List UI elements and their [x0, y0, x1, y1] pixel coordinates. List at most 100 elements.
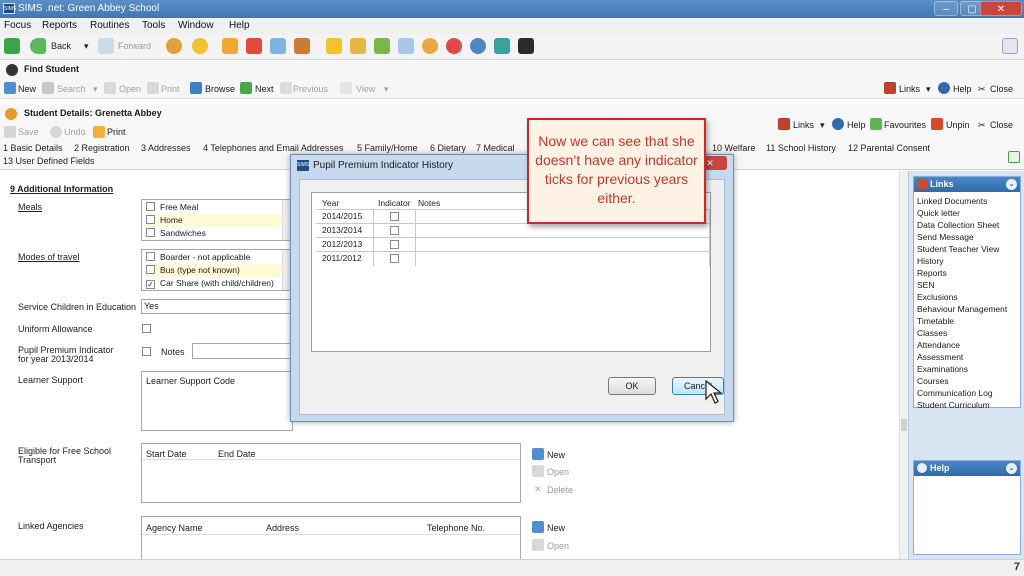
travel-option-car-share[interactable]: ✓ Car Share (with child/children)	[146, 277, 274, 290]
undo-icon[interactable]	[50, 126, 62, 138]
service-children-select[interactable]: Yes	[141, 299, 293, 314]
link-examinations[interactable]: Examinations	[914, 363, 1020, 375]
notebook-icon[interactable]	[374, 38, 390, 54]
find-new-button[interactable]: New	[18, 84, 36, 94]
details-links-button[interactable]: Links	[793, 120, 814, 130]
palette-icon[interactable]	[518, 38, 534, 54]
link-history[interactable]: History	[914, 255, 1020, 267]
links-icon[interactable]	[884, 82, 896, 94]
open-icon[interactable]	[104, 82, 116, 94]
travel-scrollbar[interactable]	[282, 250, 290, 290]
details-close-button[interactable]: Close	[990, 120, 1013, 130]
home-icon[interactable]	[4, 38, 20, 54]
open-icon[interactable]	[532, 539, 544, 551]
open-icon[interactable]	[532, 465, 544, 477]
help-panel-header[interactable]: Help ⌄	[914, 461, 1020, 476]
save-button[interactable]: Save	[18, 127, 39, 137]
unpin-button[interactable]: Unpin	[946, 120, 970, 130]
link-sen[interactable]: SEN	[914, 279, 1020, 291]
pupil-premium-checkbox[interactable]	[142, 347, 151, 356]
find-open-button[interactable]: Open	[119, 84, 141, 94]
indicator-checkbox[interactable]	[390, 226, 399, 235]
staff-icon[interactable]	[192, 38, 208, 54]
minimize-button[interactable]: –	[934, 1, 958, 16]
tab-welfare[interactable]: 10 Welfare	[712, 143, 755, 153]
indicator-checkbox[interactable]	[390, 212, 399, 221]
links-dropdown-icon[interactable]: ▾	[820, 120, 825, 131]
favourites-icon[interactable]	[870, 118, 882, 130]
meals-scrollbar[interactable]	[282, 200, 290, 240]
find-search-button[interactable]: Search	[57, 84, 86, 94]
new-icon[interactable]	[4, 82, 16, 94]
menu-focus[interactable]: Focus	[4, 20, 31, 31]
indicator-checkbox[interactable]	[390, 254, 399, 263]
forward-arrow-icon[interactable]	[98, 38, 114, 54]
document-icon[interactable]	[222, 38, 238, 54]
link-behaviour-management[interactable]: Behaviour Management	[914, 303, 1020, 315]
meal-option-free[interactable]: Free Meal	[146, 201, 198, 214]
uniform-allowance-checkbox[interactable]	[142, 324, 151, 333]
scrollbar-thumb[interactable]	[901, 419, 907, 431]
help-icon[interactable]	[832, 118, 844, 130]
find-browse-button[interactable]: Browse	[205, 84, 235, 94]
link-assessment[interactable]: Assessment	[914, 351, 1020, 363]
ok-button[interactable]: OK	[608, 377, 656, 395]
link-classes[interactable]: Classes	[914, 327, 1020, 339]
forward-button-label[interactable]: Forward	[118, 41, 151, 51]
tab-addresses[interactable]: 3 Addresses	[141, 143, 191, 153]
details-help-button[interactable]: Help	[847, 120, 866, 130]
clock-icon[interactable]	[446, 38, 462, 54]
link-attendance[interactable]: Attendance	[914, 339, 1020, 351]
menu-reports[interactable]: Reports	[42, 20, 77, 31]
close-icon[interactable]: ✂	[978, 120, 986, 131]
checkbox[interactable]	[146, 202, 155, 211]
agencies-open-button[interactable]: Open	[547, 541, 569, 551]
undo-button[interactable]: Undo	[64, 127, 86, 137]
link-send-message[interactable]: Send Message	[914, 231, 1020, 243]
tab-family-home[interactable]: 5 Family/Home	[357, 143, 418, 153]
refresh-icon[interactable]	[1008, 151, 1020, 163]
previous-arrow-icon[interactable]	[280, 82, 292, 94]
print-button[interactable]: Print	[107, 127, 126, 137]
pupil-premium-notes-input[interactable]	[192, 343, 292, 359]
history-row[interactable]: 2011/2012	[316, 251, 710, 266]
notes-cell[interactable]	[416, 238, 710, 252]
travel-option-bus[interactable]: Bus (type not known)	[146, 264, 282, 277]
view-dropdown-icon[interactable]: ▾	[384, 84, 389, 95]
travel-option-boarder[interactable]: Boarder - not applicable	[146, 251, 250, 264]
checkbox[interactable]	[146, 265, 155, 274]
find-view-button[interactable]: View	[356, 84, 375, 94]
close-window-button[interactable]: ✕	[980, 1, 1022, 16]
checked-checkbox[interactable]: ✓	[146, 280, 155, 289]
history-row[interactable]: 2012/2013	[316, 237, 710, 252]
checkbox[interactable]	[146, 252, 155, 261]
tab-school-history[interactable]: 11 School History	[766, 143, 836, 153]
back-arrow-icon[interactable]	[30, 38, 46, 54]
agencies-new-button[interactable]: New	[547, 523, 565, 533]
print-icon[interactable]	[147, 82, 159, 94]
swap-icon[interactable]	[494, 38, 510, 54]
find-previous-button[interactable]: Previous	[293, 84, 328, 94]
unpin-icon[interactable]	[931, 118, 943, 130]
tab-user-defined-fields[interactable]: 13 User Defined Fields	[3, 156, 95, 166]
user-profile-icon[interactable]	[1002, 38, 1018, 54]
student-icon[interactable]	[166, 38, 182, 54]
link-timetable[interactable]: Timetable	[914, 315, 1020, 327]
find-help-button[interactable]: Help	[953, 84, 972, 94]
find-close-button[interactable]: Close	[990, 84, 1013, 94]
tab-dietary[interactable]: 6 Dietary	[430, 143, 466, 153]
new-icon[interactable]	[532, 448, 544, 460]
menu-help[interactable]: Help	[229, 20, 250, 31]
user-icon[interactable]	[470, 38, 486, 54]
reports-icon[interactable]	[326, 38, 342, 54]
find-next-button[interactable]: Next	[255, 84, 274, 94]
links-panel-header[interactable]: Links ⌄	[914, 177, 1020, 192]
link-student-teacher-view[interactable]: Student Teacher View	[914, 243, 1020, 255]
tab-parental-consent[interactable]: 12 Parental Consent	[848, 143, 930, 153]
menu-tools[interactable]: Tools	[142, 20, 165, 31]
find-print-button[interactable]: Print	[161, 84, 180, 94]
new-icon[interactable]	[532, 521, 544, 533]
link-courses[interactable]: Courses	[914, 375, 1020, 387]
menu-routines[interactable]: Routines	[90, 20, 129, 31]
indicator-checkbox[interactable]	[390, 240, 399, 249]
